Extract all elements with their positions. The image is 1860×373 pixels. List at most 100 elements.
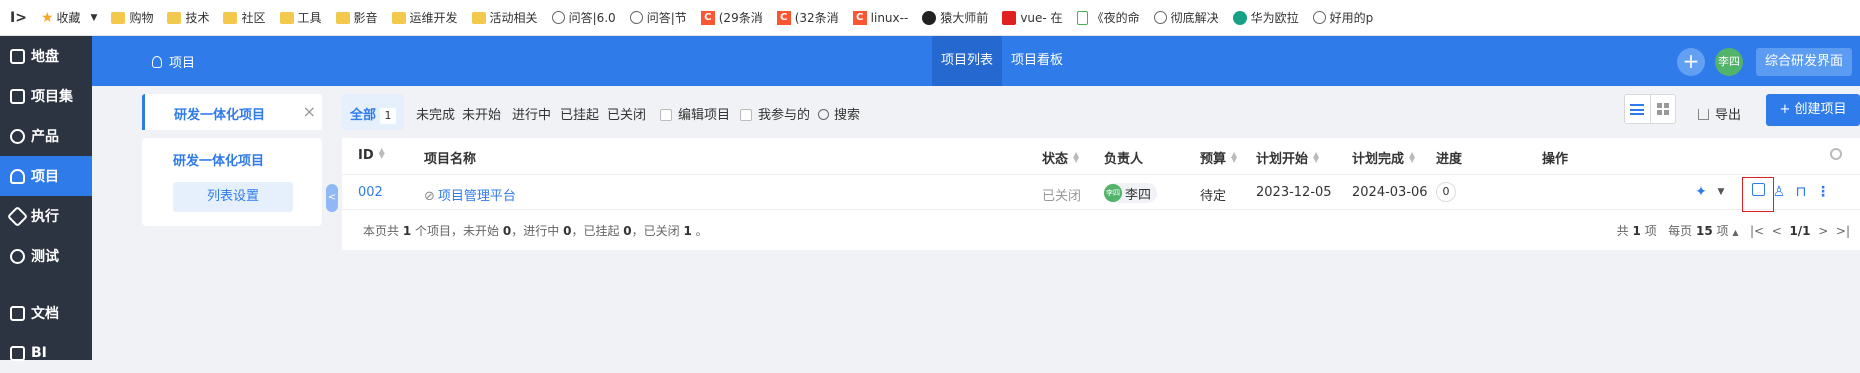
project-id[interactable]: 002 (358, 185, 383, 200)
tab-project-list[interactable]: 项目列表 (932, 36, 1003, 86)
sidebar-item-execution[interactable]: 执行 (0, 196, 92, 236)
filter-in-progress[interactable]: 进行中 (512, 104, 551, 123)
column-header-owner: 负责人 (1104, 152, 1144, 167)
column-header-name: 项目名称 (424, 152, 477, 167)
bookmark-folder[interactable]: 技术 (167, 9, 209, 26)
sidebar: 地盘 项目集 产品 项目 执行 测试 文档 BI (0, 36, 92, 361)
program-tab[interactable]: 研发一体化项目 × (142, 94, 322, 130)
plan-end-date: 2024-03-06 (1352, 185, 1428, 200)
bookmark-link[interactable]: C (29条消 (700, 9, 763, 26)
user-avatar[interactable]: 李四 (1715, 48, 1743, 76)
sort-icon: ▲ ▼ (1231, 150, 1238, 164)
last-page-button[interactable]: >| (1836, 224, 1850, 238)
filter-unfinished[interactable]: 未完成 (416, 104, 455, 123)
bookmark-link[interactable]: vue- 在 (1002, 9, 1063, 26)
link-icon: ⊘ (424, 189, 435, 204)
search-icon (818, 109, 829, 120)
sidebar-toggle[interactable]: I> (10, 10, 27, 26)
rocket-icon (6, 205, 29, 227)
edit-icon[interactable] (1749, 183, 1767, 201)
bookmark-link[interactable]: 好用的p (1312, 9, 1373, 26)
column-header-plan-start[interactable]: 计划开始 ▲ ▼ (1256, 148, 1320, 168)
create-project-button[interactable]: + 创建项目 (1766, 94, 1860, 126)
sidebar-item-dashboard[interactable]: 地盘 (0, 36, 92, 76)
red-site-icon (1002, 10, 1017, 25)
bookmark-folder[interactable]: 运维开发 (391, 9, 458, 26)
bookmark-link[interactable]: 问答|节 (629, 9, 687, 26)
search-button[interactable]: 搜索 (818, 104, 860, 123)
magic-wand-icon[interactable]: ✦ (1692, 183, 1710, 201)
bookmark-link[interactable]: 《夜的命 (1076, 9, 1140, 26)
grid-icon (10, 88, 25, 104)
summary-text: 本页共 1 个项目，未开始 0，进行中 0，已挂起 0，已关闭 1 。 (363, 224, 708, 238)
project-icon (10, 168, 25, 184)
sort-icon: ▲ ▼ (1313, 150, 1320, 164)
program-item[interactable]: 研发一体化项目 (173, 150, 264, 169)
folder-icon (471, 11, 486, 24)
export-button[interactable]: 导出 (1698, 104, 1741, 123)
participated-checkbox[interactable]: 我参与的 (740, 104, 810, 123)
program-tab-title: 研发一体化项目 (174, 108, 266, 123)
sidebar-item-docs[interactable]: 文档 (0, 293, 92, 333)
csdn-icon: C (700, 10, 715, 25)
bookmark-link[interactable]: 彻底解决 (1153, 9, 1219, 26)
project-breadcrumb[interactable]: 项目 (152, 52, 195, 71)
tab-project-kanban[interactable]: 项目看板 (1002, 36, 1072, 86)
quick-create-button[interactable]: + (1677, 48, 1705, 76)
folder-icon (279, 11, 294, 24)
column-header-budget[interactable]: 预算 ▲ ▼ (1200, 148, 1238, 168)
prev-page-button[interactable]: < (1772, 224, 1782, 238)
edit-project-checkbox[interactable]: 编辑项目 (660, 104, 730, 123)
ape-icon (922, 10, 937, 25)
filter-all[interactable]: 全部 1 (342, 94, 404, 130)
gear-icon[interactable] (1830, 148, 1842, 160)
bookmark-folder[interactable]: 影音 (335, 9, 378, 26)
bookmark-folder[interactable]: 工具 (279, 9, 322, 26)
program-list: 研发一体化项目 列表设置 (142, 138, 322, 226)
close-icon[interactable]: × (303, 102, 316, 121)
bookmark-link[interactable]: C (32条消 (776, 9, 839, 26)
list-view-button[interactable] (1625, 95, 1651, 123)
table-row: 002 ⊘ 项目管理平台 已关闭 李四 李四 待定 2023-12-05 2024-… (342, 174, 1860, 212)
bookmark-link[interactable]: Clinux-- (852, 10, 908, 25)
column-header-id[interactable]: ID ▲ ▼ (358, 146, 385, 164)
bookmark-folder[interactable]: 购物 (111, 9, 153, 26)
sidebar-item-bi[interactable]: BI (0, 333, 92, 373)
bookmark-favorites[interactable]: ★ 收藏 ▼ (41, 9, 98, 26)
checkbox-icon (740, 109, 752, 121)
column-header-plan-end[interactable]: 计划完成 ▲ ▼ (1352, 148, 1415, 168)
star-icon: ★ (40, 9, 54, 26)
top-header: 项目 项目列表 项目看板 + 李四 综合研发界面 (92, 36, 1860, 86)
bookmark-link[interactable]: 猿大师前 (922, 9, 988, 26)
sidebar-item-project[interactable]: 项目 (0, 156, 92, 196)
collapse-panel-handle[interactable]: < (326, 184, 338, 212)
project-name-link[interactable]: ⊘ 项目管理平台 (424, 185, 516, 204)
per-page-select[interactable]: 每页 15 项 ▲ (1668, 224, 1738, 238)
bookmark-link[interactable]: 问答|6.0 (551, 9, 616, 26)
integrated-rd-button[interactable]: 综合研发界面 (1756, 48, 1852, 76)
bookmark-folder[interactable]: 社区 (223, 9, 266, 26)
sort-icon: ▲ ▼ (378, 146, 385, 160)
owner-avatar: 李四 (1104, 184, 1122, 202)
chevron-down-icon[interactable]: ▼ (1712, 183, 1730, 201)
column-header-status[interactable]: 状态 ▲ ▼ (1042, 148, 1079, 168)
sidebar-item-test[interactable]: 测试 (0, 236, 92, 276)
next-page-button[interactable]: > (1818, 224, 1828, 238)
list-icon (1630, 103, 1645, 115)
card-view-button[interactable] (1651, 95, 1676, 123)
globe-icon (1312, 11, 1326, 24)
sidebar-item-product[interactable]: 产品 (0, 116, 92, 156)
chart-icon (10, 345, 25, 361)
filter-suspended[interactable]: 已挂起 (560, 104, 599, 123)
filter-closed[interactable]: 已关闭 (607, 104, 646, 123)
first-page-button[interactable]: |< (1750, 224, 1764, 238)
lock-icon[interactable]: ⊓ (1792, 183, 1810, 201)
bookmark-link[interactable]: 华为欧拉 (1232, 9, 1299, 26)
list-settings-button[interactable]: 列表设置 (173, 182, 293, 212)
filter-not-started[interactable]: 未开始 (462, 104, 501, 123)
sidebar-item-program[interactable]: 项目集 (0, 76, 92, 116)
csdn-icon: C (776, 10, 791, 25)
more-icon[interactable]: ⋮ (1814, 183, 1832, 201)
bookmark-folder[interactable]: 活动相关 (471, 9, 538, 26)
team-icon[interactable]: ♙ (1770, 183, 1788, 201)
